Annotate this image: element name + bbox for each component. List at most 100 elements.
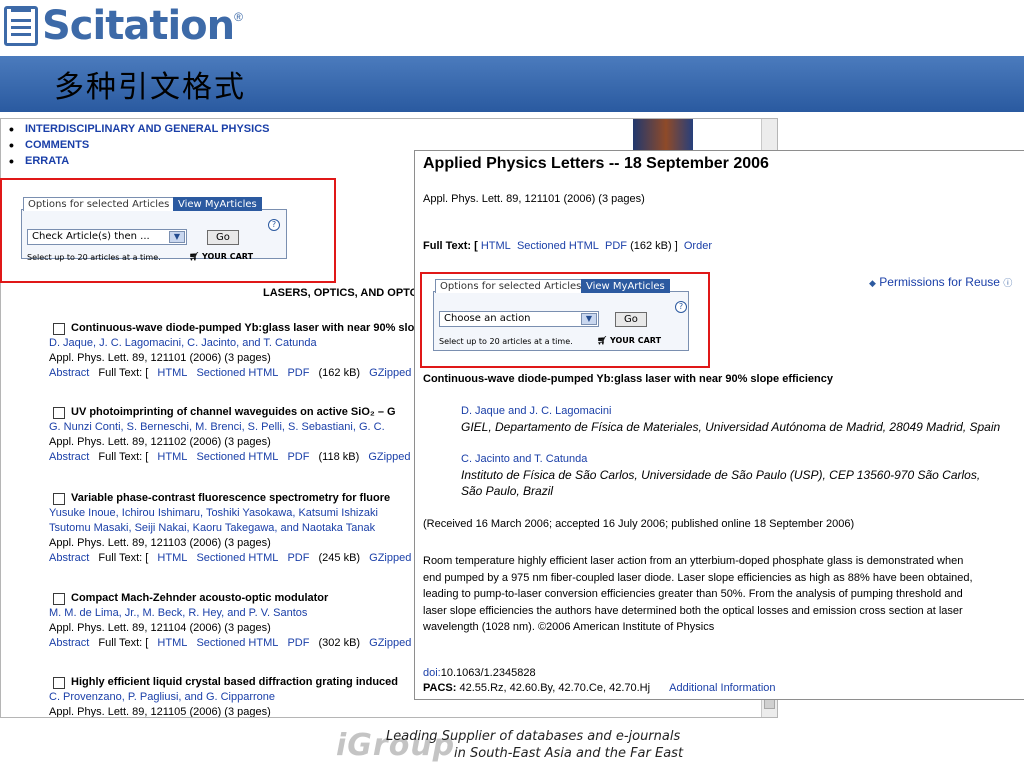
- affiliation-2: Instituto de Física de São Carlos, Unive…: [461, 468, 981, 482]
- html-link[interactable]: HTML: [157, 451, 187, 463]
- article-window: Applied Physics Letters -- 18 September …: [414, 150, 1024, 700]
- article-entry: Highly efficient liquid crystal based di…: [49, 675, 429, 718]
- author-group-2[interactable]: C. Jacinto and T. Catunda: [461, 453, 587, 465]
- article-authors[interactable]: C. Provenzano, P. Pagliusi, and G. Cippa…: [49, 690, 429, 705]
- sectioned-html-link[interactable]: Sectioned HTML: [196, 451, 278, 463]
- article-authors[interactable]: M. M. de Lima, Jr., M. Beck, R. Hey, and…: [49, 606, 429, 621]
- pdf-link[interactable]: PDF: [287, 367, 309, 379]
- article-title[interactable]: Highly efficient liquid crystal based di…: [71, 675, 398, 690]
- article-citation: Appl. Phys. Lett. 89, 121103 (2006) (3 p…: [49, 537, 271, 549]
- pdf-link[interactable]: PDF: [605, 240, 627, 252]
- abstract-link[interactable]: Abstract: [49, 367, 89, 379]
- article-checkbox[interactable]: [53, 492, 65, 505]
- article-entry: UV photoimprinting of channel waveguides…: [49, 405, 429, 465]
- file-size: (118 kB): [318, 451, 360, 463]
- gzipped-link[interactable]: GZipped: [369, 367, 411, 379]
- footer-tagline-1: Leading Supplier of databases and e-jour…: [386, 729, 681, 744]
- pdf-link[interactable]: PDF: [287, 552, 309, 564]
- article-authors[interactable]: Yusuke Inoue, Ichirou Ishimaru, Toshiki …: [49, 506, 429, 521]
- gzipped-link[interactable]: GZipped: [369, 637, 411, 649]
- pacs-label: PACS:: [423, 682, 457, 694]
- article-citation: Appl. Phys. Lett. 89, 121105 (2006) (3 p…: [49, 706, 271, 718]
- abstract-line: wavelength (1028 nm). ©2006 American Ins…: [423, 621, 715, 633]
- abstract-link[interactable]: Abstract: [49, 451, 89, 463]
- article-authors[interactable]: D. Jaque, J. C. Lagomacini, C. Jacinto, …: [49, 336, 429, 351]
- sectioned-html-link[interactable]: Sectioned HTML: [196, 552, 278, 564]
- article-entry: Continuous-wave diode-pumped Yb:glass la…: [49, 321, 429, 381]
- file-size: (162 kB) ]: [630, 240, 678, 252]
- article-title[interactable]: Variable phase-contrast fluorescence spe…: [71, 491, 390, 506]
- highlight-frame-toc-options: [0, 178, 336, 283]
- sectioned-html-link[interactable]: Sectioned HTML: [196, 367, 278, 379]
- article-citation: Appl. Phys. Lett. 89, 121101 (2006) (3 p…: [423, 193, 645, 205]
- arrow-right-icon: ◆: [869, 278, 876, 288]
- journal-issue-title: Applied Physics Letters -- 18 September …: [423, 155, 769, 172]
- sectioned-html-link[interactable]: Sectioned HTML: [196, 637, 278, 649]
- sectioned-html-link[interactable]: Sectioned HTML: [517, 240, 599, 252]
- abstract-link[interactable]: Abstract: [49, 637, 89, 649]
- abstract-text: Room temperature highly efficient laser …: [423, 553, 973, 636]
- doi-label[interactable]: doi:: [423, 667, 441, 679]
- toc-link-errata[interactable]: ERRATA: [9, 153, 269, 169]
- abstract-link[interactable]: Abstract: [49, 552, 89, 564]
- help-icon[interactable]: ⓘ: [1003, 278, 1012, 288]
- abstract-line: Room temperature highly efficient laser …: [423, 555, 964, 567]
- abstract-line: leading to pump-to-laser conversion effi…: [423, 588, 963, 600]
- article-checkbox[interactable]: [53, 406, 65, 419]
- slide-title: 多种引文格式: [54, 70, 246, 105]
- fulltext-label: Full Text: [: [98, 637, 149, 649]
- fulltext-label: Full Text: [: [98, 367, 149, 379]
- toc-link-interdisciplinary[interactable]: INTERDISCIPLINARY AND GENERAL PHYSICS: [9, 121, 269, 137]
- html-link[interactable]: HTML: [157, 367, 187, 379]
- article-title[interactable]: Continuous-wave diode-pumped Yb:glass la…: [71, 321, 429, 336]
- file-size: (245 kB): [318, 552, 361, 564]
- affiliation-1: GIEL, Departamento de Física de Material…: [461, 420, 1001, 434]
- received-dates: (Received 16 March 2006; accepted 16 Jul…: [423, 518, 855, 530]
- html-link[interactable]: HTML: [157, 637, 187, 649]
- html-link[interactable]: HTML: [481, 240, 511, 252]
- additional-info-link[interactable]: Additional Information: [669, 682, 775, 694]
- pacs-row: PACS: 42.55.Rz, 42.60.By, 42.70.Ce, 42.7…: [423, 682, 776, 694]
- article-authors[interactable]: G. Nunzi Conti, S. Berneschi, M. Brenci,…: [49, 420, 429, 435]
- permissions-link[interactable]: ◆ Permissions for Reuse ⓘ: [869, 275, 1012, 289]
- doi-value: 10.1063/1.2345828: [440, 667, 536, 679]
- file-size: (162 kB): [318, 367, 361, 379]
- article-checkbox[interactable]: [53, 322, 65, 335]
- fulltext-label: Full Text: [: [98, 552, 149, 564]
- toc-section-links: INTERDISCIPLINARY AND GENERAL PHYSICS CO…: [9, 121, 269, 169]
- gzipped-link[interactable]: GZipped: [368, 451, 410, 463]
- order-link[interactable]: Order: [684, 240, 712, 252]
- abstract-line: laser slope efficiencies the authors hav…: [423, 604, 963, 617]
- article-title[interactable]: UV photoimprinting of channel waveguides…: [71, 405, 396, 420]
- gzipped-link[interactable]: GZipped: [369, 552, 411, 564]
- html-link[interactable]: HTML: [157, 552, 187, 564]
- article-title[interactable]: Compact Mach-Zehnder acousto-optic modul…: [71, 591, 328, 606]
- author-group-1[interactable]: D. Jaque and J. C. Lagomacini: [461, 405, 611, 417]
- scitation-logo: Scitation ®: [4, 3, 243, 49]
- article-links: Abstract Full Text: [ HTML Sectioned HTM…: [49, 450, 429, 465]
- article-checkbox[interactable]: [53, 676, 65, 689]
- section-heading: LASERS, OPTICS, AND OPTO: [263, 287, 419, 299]
- paper-title: Continuous-wave diode-pumped Yb:glass la…: [423, 373, 833, 385]
- doi-row: doi:10.1063/1.2345828: [423, 667, 536, 679]
- article-authors-cont[interactable]: Tsutomu Masaki, Seiji Nakai, Kaoru Takeg…: [49, 521, 429, 536]
- article-links: Abstract Full Text: [ HTML Sectioned HTM…: [49, 366, 429, 381]
- affiliation-2-cont: São Paulo, Brazil: [461, 484, 554, 498]
- article-citation: Appl. Phys. Lett. 89, 121101 (2006) (3 p…: [49, 352, 271, 364]
- toc-link-comments[interactable]: COMMENTS: [9, 137, 269, 153]
- journal-cover-image: [633, 119, 693, 151]
- pdf-link[interactable]: PDF: [287, 637, 309, 649]
- logo-text: Scitation: [42, 3, 235, 49]
- pdf-link[interactable]: PDF: [287, 451, 309, 463]
- article-links: Abstract Full Text: [ HTML Sectioned HTM…: [49, 636, 429, 651]
- document-icon: [4, 6, 38, 46]
- logo-registered-mark: ®: [234, 10, 243, 24]
- pacs-value: 42.55.Rz, 42.60.By, 42.70.Ce, 42.70.Hj: [459, 682, 651, 694]
- article-citation: Appl. Phys. Lett. 89, 121104 (2006) (3 p…: [49, 622, 271, 634]
- article-entry: Variable phase-contrast fluorescence spe…: [49, 491, 429, 566]
- article-links: Abstract Full Text: [ HTML Sectioned HTM…: [49, 551, 429, 566]
- article-checkbox[interactable]: [53, 592, 65, 605]
- article-entry: Compact Mach-Zehnder acousto-optic modul…: [49, 591, 429, 651]
- highlight-frame-article-options: [420, 272, 710, 368]
- article-citation: Appl. Phys. Lett. 89, 121102 (2006) (3 p…: [49, 436, 271, 448]
